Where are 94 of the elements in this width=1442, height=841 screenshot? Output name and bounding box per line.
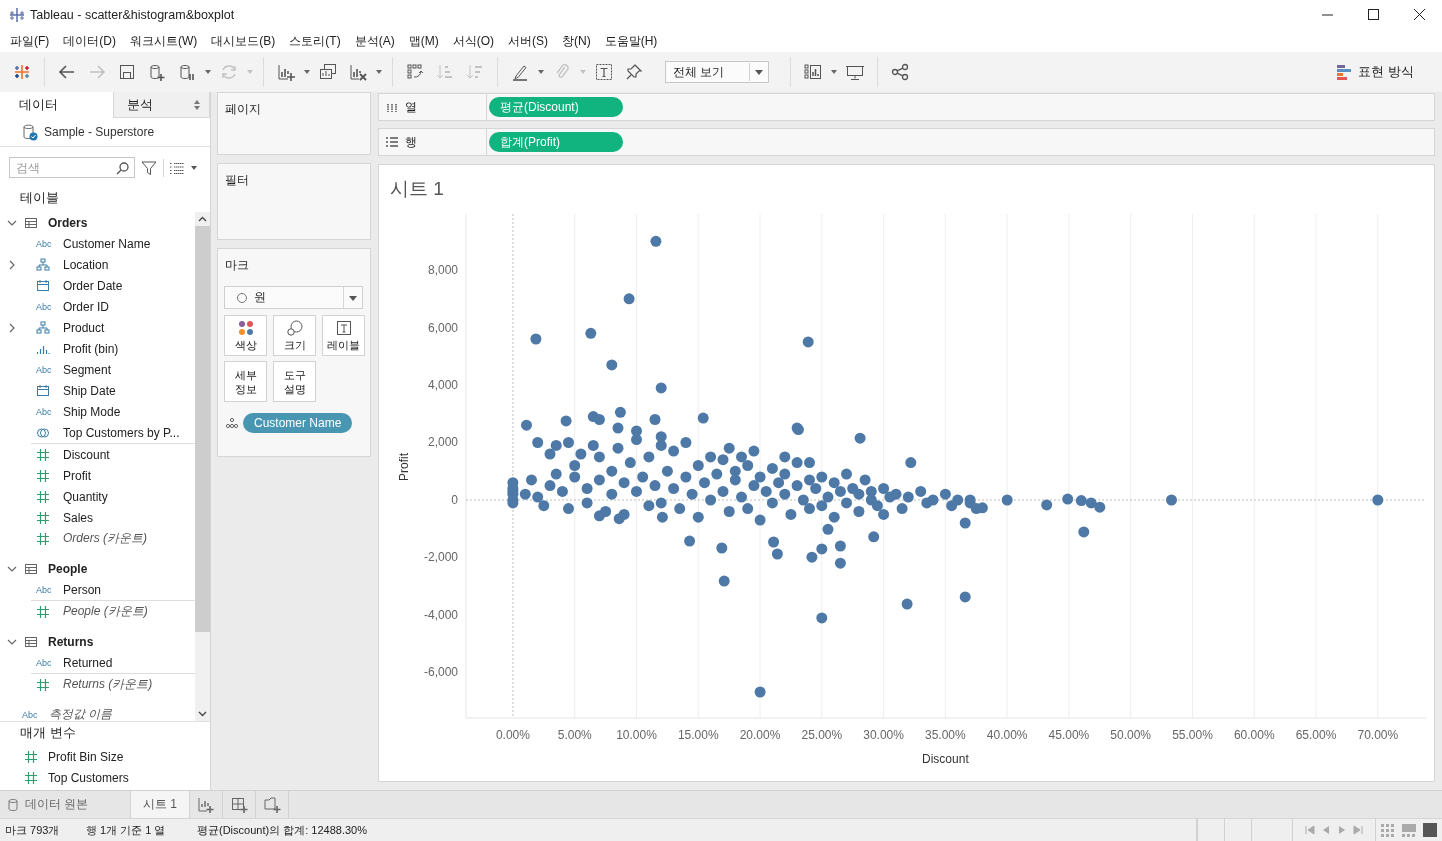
axis-tick-label: 50.00%: [1110, 728, 1152, 742]
abc-type-icon: Abc: [36, 238, 52, 249]
pages-shelf[interactable]: 페이지: [217, 92, 371, 155]
axis-tick-label: 0: [451, 493, 458, 507]
field-item[interactable]: Product: [63, 320, 105, 335]
axis-tick-label: 20.00%: [739, 728, 781, 742]
field-item[interactable]: Sales: [63, 510, 94, 525]
section-heading: 테이블: [19, 189, 60, 207]
field-item[interactable]: Segment: [63, 362, 112, 377]
card-title: 필터: [224, 172, 250, 189]
table-name[interactable]: Returns: [48, 634, 94, 649]
table-name[interactable]: People: [48, 561, 88, 576]
abc-type-icon: Abc: [22, 709, 38, 720]
menu-item[interactable]: 서버(S): [501, 32, 555, 50]
section-heading: 매개 변수: [19, 724, 77, 742]
menu-item[interactable]: 스토리(T): [282, 32, 348, 50]
card-title: 마크: [224, 257, 250, 274]
field-item[interactable]: Customer Name: [63, 236, 151, 251]
parameter-item[interactable]: Profit Bin Size: [48, 749, 124, 764]
shelf-label: 행: [405, 133, 417, 151]
axis-tick-label: 45.00%: [1048, 728, 1090, 742]
panel-tab[interactable]: 분석: [113, 92, 210, 118]
axis-tick-label: 30.00%: [863, 728, 904, 742]
filters-shelf[interactable]: 필터: [217, 163, 371, 240]
menu-item[interactable]: 파일(F): [3, 32, 57, 50]
menu-item[interactable]: 창(N): [555, 32, 598, 50]
axis-title: Discount: [922, 752, 969, 766]
axis-tick-label: 25.00%: [801, 728, 843, 742]
status-text: 행 1개 기준 1 열: [86, 822, 167, 838]
mark-card-button[interactable]: 레이블: [322, 315, 365, 356]
menu-item[interactable]: 맵(M): [401, 32, 446, 50]
field-item[interactable]: Returns (카운트): [63, 676, 153, 693]
axis-title: Profit: [397, 453, 411, 481]
axis-tick-label: 0.00%: [495, 728, 530, 742]
axis-tick-label: 55.00%: [1172, 728, 1213, 742]
abc-type-icon: Abc: [36, 657, 52, 668]
mark-card-button[interactable]: 색상: [224, 315, 267, 356]
field-item[interactable]: Orders (카운트): [63, 530, 147, 547]
field-item[interactable]: Ship Date: [63, 383, 116, 398]
axis-tick-label: 4,000: [427, 378, 458, 392]
abc-type-icon: Abc: [36, 301, 52, 312]
datasource-name[interactable]: Sample - Superstore: [44, 125, 155, 139]
abc-type-icon: Abc: [36, 584, 52, 595]
axis-tick-label: 60.00%: [1233, 728, 1275, 742]
window-title: Tableau - scatter&histogram&boxplot: [30, 8, 236, 22]
axis-tick-label: 70.00%: [1357, 728, 1399, 742]
field-item[interactable]: Order Date: [63, 278, 123, 293]
field-item[interactable]: People (카운트): [63, 603, 148, 620]
abc-type-icon: Abc: [36, 406, 52, 417]
card-title: 페이지: [224, 101, 262, 118]
menu-item[interactable]: 서식(O): [445, 32, 501, 50]
mark-card-button[interactable]: 크기: [273, 315, 316, 356]
show-me-button[interactable]: 표현 방식: [1337, 59, 1414, 85]
axis-tick-label: 5.00%: [557, 728, 592, 742]
field-item[interactable]: Returned: [63, 655, 113, 670]
parameter-item[interactable]: Top Customers: [48, 770, 129, 785]
field-item[interactable]: Location: [63, 257, 109, 272]
field-item[interactable]: Order ID: [63, 299, 109, 314]
menu-item[interactable]: 분석(A): [347, 32, 402, 50]
sheet-tab[interactable]: 시트 1: [131, 791, 190, 818]
axis-tick-label: 35.00%: [925, 728, 966, 742]
menu-item[interactable]: 대시보드(B): [204, 32, 283, 50]
axis-tick-label: 2,000: [427, 435, 458, 450]
field-item[interactable]: Top Customers by P...: [63, 425, 180, 440]
search-field[interactable]: 검색: [9, 157, 135, 178]
axis-tick-label: 10.00%: [616, 728, 657, 742]
field-item[interactable]: 측정값 이름: [49, 706, 113, 721]
field-item[interactable]: Profit: [63, 468, 91, 483]
axis-tick-label: 6,000: [427, 320, 458, 335]
axis-tick-label: 8,000: [427, 263, 458, 277]
axis-tick-label: -6,000: [423, 665, 458, 680]
field-item[interactable]: Person: [63, 582, 102, 597]
status-text: 평균(Discount)의 합계: 12488.30%: [197, 822, 367, 838]
sheet-title: 시트 1: [389, 177, 445, 201]
menu-item[interactable]: 도움말(H): [597, 32, 665, 50]
menu-item[interactable]: 데이터(D): [56, 32, 123, 50]
status-text: 마크 793개: [5, 822, 61, 838]
field-item[interactable]: Profit (bin): [63, 341, 119, 356]
field-item[interactable]: Quantity: [63, 489, 108, 504]
menu-item[interactable]: 워크시트(W): [123, 32, 205, 50]
field-item[interactable]: Discount: [63, 447, 110, 462]
abc-type-icon: Abc: [36, 364, 52, 375]
axis-tick-label: 40.00%: [986, 728, 1028, 742]
mark-type-dropdown[interactable]: 원: [224, 286, 363, 309]
axis-tick-label: 15.00%: [677, 728, 719, 742]
shelf-label: 열: [405, 98, 417, 116]
mark-card-button[interactable]: 도구 설명: [273, 361, 316, 402]
field-item[interactable]: Ship Mode: [63, 404, 121, 419]
axis-tick-label: -4,000: [423, 608, 458, 622]
table-name[interactable]: Orders: [48, 215, 88, 230]
axis-tick-label: -2,000: [423, 550, 458, 565]
axis-tick-label: 65.00%: [1295, 728, 1337, 742]
mark-card-button[interactable]: 세부 정보: [224, 361, 267, 402]
view-size-dropdown[interactable]: 전체 보기: [665, 61, 769, 83]
